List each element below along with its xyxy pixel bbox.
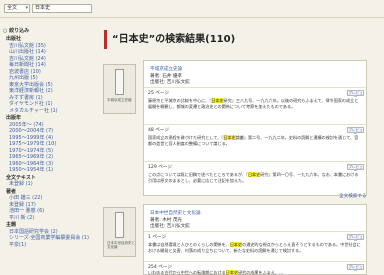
highlight: 日本史 [225, 270, 239, 275]
page-title: “日本史”の検索結果(110) [112, 34, 236, 45]
preview-button[interactable]: プレビュー [347, 164, 364, 173]
filter-item[interactable]: 未登録 (1) [3, 181, 95, 188]
preview-button[interactable]: プレビュー [347, 127, 364, 136]
book-publisher: 出版社: 吉川弘文館 [150, 224, 190, 229]
filter-item[interactable]: 1950〜1954年 (1) [3, 167, 95, 174]
full-text-search-link[interactable]: 全文検索する [339, 193, 367, 199]
book-result: 日本中世自然史と文化論 著者: 木村 茂光 出版社: 吉川弘文館 1 ページ プ… [143, 204, 368, 275]
results-heading: “日本史”の検索結果(110) [104, 30, 366, 49]
highlight: 日本史 [247, 172, 261, 177]
book-publisher: 出版社: 吉川弘文館 [150, 80, 190, 85]
search-scope-select[interactable]: 全文 ▾ [4, 4, 30, 13]
book-result: 平城京成立史論 著者: 石井 優孝 出版社: 吉川弘文館 25 ページ プレビュ… [143, 60, 368, 197]
book-meta: 日本中世自然史と文化論 著者: 木村 茂光 出版社: 吉川弘文館 [150, 211, 201, 231]
results-panel: “日本史”の検索結果(110) 平城京成立史論 平城京成立史論 著者: 石井 優… [95, 18, 384, 275]
preview-button[interactable]: プレビュー [347, 90, 364, 99]
hit-page: 129 ページ [148, 165, 172, 170]
filter-item[interactable]: シリーズ·全国商業学編纂委員会 (1) [3, 235, 95, 242]
filter-item[interactable]: メタカルチャー社 (1) [3, 108, 95, 115]
chevron-down-icon: ▾ [25, 5, 28, 11]
hit-row: 129 ページ プレビュー この点については既に旧稿で述べたところであるが、『日… [144, 161, 368, 197]
hit-row: 1 ページ プレビュー 本書は自然環境と人びとのくらしの関係を、日本史の通史的な… [144, 231, 368, 261]
book-title-link[interactable]: 日本中世自然史と文化論 [150, 211, 201, 218]
search-bar: 全文 ▾ 日本史 [0, 0, 384, 18]
search-scope-value: 全文 [7, 5, 18, 11]
hit-snippet: この点については既に旧稿で述べたところであるが、『日本史研究』第四一〇号、一九九… [148, 172, 359, 184]
hit-snippet: 藤原京と平城京の比較を中心に、『日本史研究』三八九号、一九九六年。以後の研究もふ… [148, 98, 359, 110]
hit-row: 25 ページ プレビュー 藤原京と平城京の比較を中心に、『日本史研究』三八九号、… [144, 87, 368, 124]
hit-row: 48 ページ プレビュー 国家成立の過程を跡づけた研究として、『日本史論叢』第二… [144, 124, 368, 161]
filter-item[interactable]: 平川 新 (2) [3, 215, 95, 222]
search-input[interactable]: 日本史 [32, 4, 92, 13]
filter-icon: ○ [3, 28, 8, 34]
highlight: 日本史 [223, 135, 236, 140]
hit-page: 1 ページ [148, 235, 167, 240]
filter-item[interactable]: 平泉(1) [3, 242, 95, 249]
filter-title: ○ 絞り込み [3, 28, 30, 34]
book-cover[interactable]: 平城京成立史論 [103, 64, 136, 114]
book-cover[interactable]: 日本中世自然史と文化論 [103, 207, 136, 257]
hit-snippet: 国家成立の過程を跡づけた研究として、『日本史論叢』第二号、一九九二年。史料の読解… [148, 135, 359, 147]
book-meta: 平城京成立史論 著者: 石井 優孝 出版社: 吉川弘文館 [150, 67, 190, 87]
preview-button[interactable]: プレビュー [347, 234, 364, 243]
book-cover-label: 日本中世自然史と文化論 [107, 241, 135, 249]
highlight: 日本史 [229, 242, 243, 247]
highlight: 日本史 [211, 98, 224, 103]
book-cover-art [115, 69, 124, 95]
hit-snippet: いわゆる古代から中世への転換期における日本史研究の成果をふまえ、… [148, 270, 284, 275]
book-cover-label: 平城京成立史論 [107, 98, 132, 102]
hit-row: 254 ページ プレビュー いわゆる古代から中世への転換期における日本史研究の成… [144, 261, 368, 275]
hit-snippet: 本書は自然環境と人びとのくらしの関係を、日本史の通史的な視点からとらえ直そうとす… [148, 242, 361, 254]
hit-page: 25 ページ [148, 91, 169, 96]
book-cover-art [115, 212, 124, 238]
filter-sidebar: ○ 絞り込み 出版社 吉川弘文館 (35) 山川出版社 (14) 吉川弘文館 (… [0, 18, 95, 275]
hit-page: 48 ページ [148, 128, 169, 133]
